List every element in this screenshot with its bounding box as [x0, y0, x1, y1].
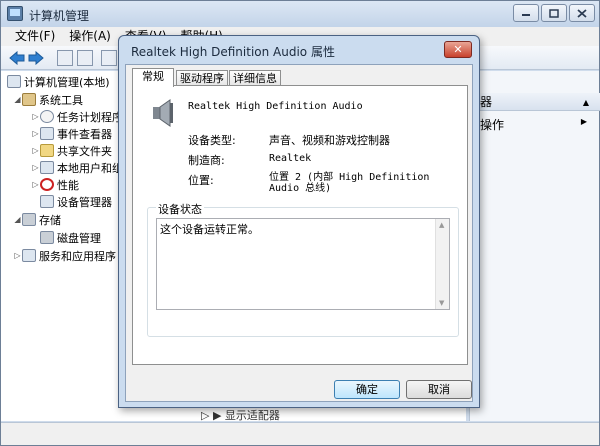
tree-item-storage[interactable]: ◢ 存储 — [13, 211, 61, 228]
tab-driver[interactable]: 驱动程序 — [176, 70, 228, 86]
tree-item-label: 系统工具 — [39, 93, 83, 107]
tree-item-label: 服务和应用程序 — [39, 249, 116, 263]
manufacturer-label: 制造商: — [188, 154, 225, 167]
up-folder-icon[interactable] — [57, 50, 73, 66]
tree-item-label: 设备管理器 — [57, 195, 112, 209]
dialog-title: Realtek High Definition Audio 属性 — [131, 45, 335, 59]
tree-item-label: 计算机管理(本地) — [24, 75, 110, 89]
tree-item-device-manager[interactable]: 设备管理器 — [40, 193, 112, 210]
cancel-button[interactable]: 取消 — [406, 380, 472, 399]
menu-file[interactable]: 文件(F) — [15, 27, 55, 46]
tree-item-label: 性能 — [57, 178, 79, 192]
collapsed-triangle-icon[interactable]: ▷ — [31, 112, 40, 121]
actions-header[interactable]: 器 — [470, 93, 600, 111]
users-icon — [40, 161, 54, 174]
actions-pane: 器 ▲ 操作 ▶ — [469, 71, 600, 421]
tree-item-disk-management[interactable]: 磁盘管理 — [40, 229, 101, 246]
tree-item-shared-folders[interactable]: ▷ 共享文件夹 — [31, 142, 112, 159]
device-status-group: 设备状态 这个设备运转正常。 ▲ ▼ — [147, 201, 459, 337]
actions-header-label: 器 — [480, 95, 493, 109]
tree-item-label: 事件查看器 — [57, 127, 112, 141]
close-icon: ✕ — [453, 43, 463, 56]
expanded-triangle-icon[interactable]: ◢ — [13, 95, 22, 104]
collapsed-triangle-icon[interactable]: ▷ — [13, 251, 22, 260]
status-scrollbar[interactable]: ▲ ▼ — [435, 219, 449, 309]
disk-icon — [40, 231, 54, 244]
collapsed-triangle-icon[interactable]: ▷ — [31, 163, 40, 172]
properties-dialog: Realtek High Definition Audio 属性 ✕ 常规 驱动… — [118, 35, 480, 408]
collapse-up-icon[interactable]: ▲ — [583, 98, 589, 107]
speaker-icon — [153, 99, 173, 127]
tree-item-local-users[interactable]: ▷ 本地用户和组 — [31, 159, 123, 176]
device-type-value: 声音、视频和游戏控制器 — [269, 134, 390, 147]
event-viewer-icon — [40, 127, 54, 140]
main-window-title: 计算机管理 — [29, 9, 90, 23]
collapsed-triangle-icon[interactable]: ▷ — [31, 129, 40, 138]
device-status-text: 这个设备运转正常。 — [160, 223, 259, 236]
device-status-textbox[interactable]: 这个设备运转正常。 ▲ ▼ — [156, 218, 450, 310]
close-icon — [577, 8, 587, 18]
computer-management-icon — [7, 6, 23, 21]
ok-button[interactable]: 确定 — [334, 380, 400, 399]
expanded-triangle-icon[interactable]: ◢ — [13, 215, 22, 224]
maximize-icon — [549, 8, 559, 18]
tree-item-label: 磁盘管理 — [57, 231, 101, 245]
main-close-button[interactable] — [569, 4, 595, 22]
properties-icon[interactable] — [101, 50, 117, 66]
collapsed-triangle-icon[interactable]: ▷ — [31, 146, 40, 155]
scroll-down-icon[interactable]: ▼ — [439, 299, 444, 307]
tree-item-performance[interactable]: ▷ 性能 — [31, 176, 79, 193]
show-hide-tree-icon[interactable] — [77, 50, 93, 66]
tab-details[interactable]: 详细信息 — [229, 70, 281, 86]
list-item-display-adapters[interactable]: ▷ ▶ 显示适配器 — [201, 407, 280, 423]
tab-general[interactable]: 常规 — [132, 68, 174, 87]
collapsed-triangle-icon[interactable]: ▷ ▶ — [201, 409, 221, 422]
tree-item-computer-management[interactable]: 计算机管理(本地) — [7, 73, 110, 90]
dialog-close-button[interactable]: ✕ — [444, 41, 472, 58]
performance-icon — [40, 178, 54, 191]
back-arrow-icon[interactable] — [9, 51, 25, 65]
forward-arrow-icon[interactable] — [28, 51, 44, 65]
more-actions-item[interactable]: 操作 — [480, 116, 504, 133]
location-label: 位置: — [188, 174, 214, 187]
device-type-label: 设备类型: — [188, 134, 236, 147]
computer-icon — [7, 75, 21, 88]
maximize-button[interactable] — [541, 4, 567, 22]
submenu-arrow-icon[interactable]: ▶ — [581, 117, 587, 126]
general-tab-panel: Realtek High Definition Audio 设备类型: 声音、视… — [132, 85, 468, 365]
collapsed-triangle-icon[interactable]: ▷ — [31, 180, 40, 189]
tools-icon — [22, 93, 36, 106]
device-status-legend: 设备状态 — [156, 201, 204, 217]
status-bar — [1, 422, 599, 445]
minimize-icon — [522, 14, 530, 16]
dialog-client: 常规 驱动程序 详细信息 Realtek High Definition Aud… — [125, 64, 473, 402]
services-icon — [22, 249, 36, 262]
storage-icon — [22, 213, 36, 226]
tree-item-task-scheduler[interactable]: ▷ 任务计划程序 — [31, 108, 123, 125]
main-titlebar[interactable]: 计算机管理 — [1, 1, 599, 27]
clock-icon — [40, 110, 54, 123]
minimize-button[interactable] — [513, 4, 539, 22]
scroll-up-icon[interactable]: ▲ — [439, 221, 444, 229]
tree-item-system-tools[interactable]: ◢ 系统工具 — [13, 91, 83, 108]
dialog-titlebar[interactable]: Realtek High Definition Audio 属性 ✕ — [119, 36, 479, 63]
manufacturer-value: Realtek — [269, 153, 312, 164]
tree-item-label: 本地用户和组 — [57, 161, 123, 175]
device-manager-icon — [40, 195, 54, 208]
list-item-label: 显示适配器 — [224, 409, 280, 422]
shared-folder-icon — [40, 144, 54, 157]
tree-item-event-viewer[interactable]: ▷ 事件查看器 — [31, 125, 112, 142]
tree-item-services-apps[interactable]: ▷ 服务和应用程序 — [13, 247, 116, 264]
tree-item-label: 存储 — [39, 213, 61, 227]
tree-item-label: 任务计划程序 — [57, 110, 123, 124]
location-value: 位置 2 (内部 High Definition Audio 总线) — [269, 172, 430, 194]
menu-action[interactable]: 操作(A) — [69, 27, 111, 46]
tree-item-label: 共享文件夹 — [57, 144, 112, 158]
device-name: Realtek High Definition Audio — [188, 101, 363, 112]
console-tree: 计算机管理(本地) ◢ 系统工具 ▷ 任务计划程序 ▷ 事件查看器 ▷ 共享文件… — [1, 71, 123, 421]
